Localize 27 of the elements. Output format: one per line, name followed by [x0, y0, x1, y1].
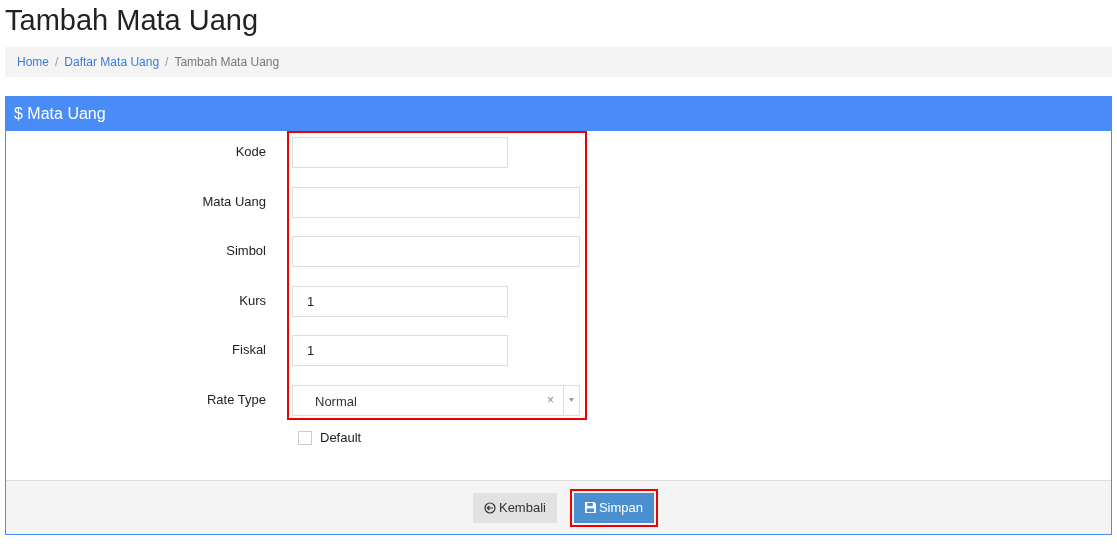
back-arrow-icon	[483, 501, 496, 514]
back-button[interactable]: Kembali	[472, 492, 557, 523]
page-title: Tambah Mata Uang	[5, 3, 260, 38]
field-label: Kurs	[238, 291, 266, 308]
breadcrumb-separator: /	[165, 55, 169, 69]
field-label: Mata Uang	[201, 192, 266, 209]
clear-button[interactable]: ×	[538, 393, 563, 407]
field-label: Kode	[234, 143, 266, 159]
breadcrumb-separator: /	[55, 55, 59, 69]
input-field[interactable]	[292, 186, 580, 218]
input-field[interactable]: 1	[292, 335, 508, 366]
breadcrumb-current: Tambah Mata Uang	[174, 55, 280, 69]
breadcrumb-link[interactable]: Daftar Mata Uang	[64, 55, 160, 69]
input-field[interactable]	[292, 236, 580, 267]
input-field[interactable]	[292, 137, 508, 168]
field-label: Simbol	[225, 242, 266, 258]
breadcrumb-link[interactable]: Home	[17, 55, 49, 69]
panel-title: $ Mata Uang	[14, 105, 106, 123]
field-label: Fiskal	[231, 341, 266, 357]
checkbox[interactable]	[298, 430, 312, 445]
field-label: Rate Type	[205, 390, 266, 407]
input-field[interactable]: 1	[292, 285, 508, 317]
save-icon	[584, 502, 596, 513]
checkbox-label: Default	[320, 430, 362, 445]
select-value: Normal	[314, 393, 358, 409]
select-field[interactable]: Normal ×	[292, 384, 580, 416]
caret-icon	[569, 398, 574, 402]
